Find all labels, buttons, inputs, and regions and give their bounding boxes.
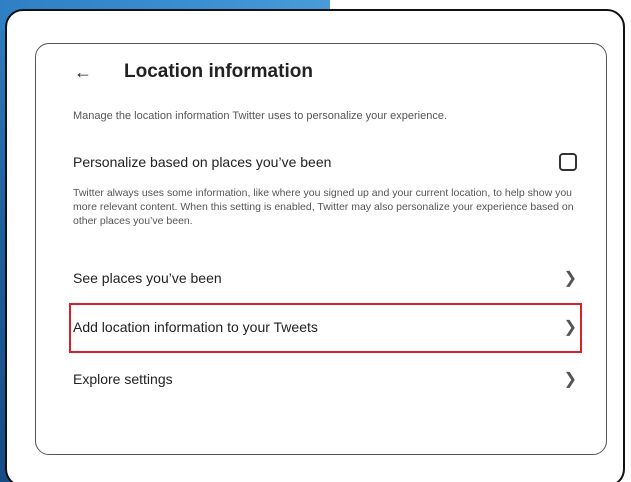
see-places-label: See places you’ve been	[73, 270, 222, 286]
add-location-label: Add location information to your Tweets	[73, 319, 318, 335]
page-description: Manage the location information Twitter …	[73, 110, 448, 122]
explore-settings-label: Explore settings	[73, 371, 173, 387]
page-header: ← Location information	[74, 60, 313, 84]
arrow-left-icon[interactable]: ←	[74, 62, 96, 83]
personalize-label: Personalize based on places you’ve been	[73, 154, 332, 170]
page-title: Location information	[124, 61, 313, 82]
chevron-right-icon: ❯	[563, 371, 577, 388]
location-information-panel: ← Location information Manage the locati…	[35, 43, 607, 455]
personalize-setting-row[interactable]: Personalize based on places you’ve been	[73, 150, 577, 174]
add-location-row[interactable]: Add location information to your Tweets …	[73, 315, 577, 339]
personalize-helper-text: Twitter always uses some information, li…	[73, 187, 574, 227]
chevron-right-icon: ❯	[563, 319, 577, 336]
explore-settings-row[interactable]: Explore settings ❯	[73, 367, 577, 391]
chevron-right-icon: ❯	[563, 270, 577, 287]
personalize-checkbox[interactable]	[559, 153, 577, 171]
see-places-row[interactable]: See places you’ve been ❯	[73, 266, 577, 290]
